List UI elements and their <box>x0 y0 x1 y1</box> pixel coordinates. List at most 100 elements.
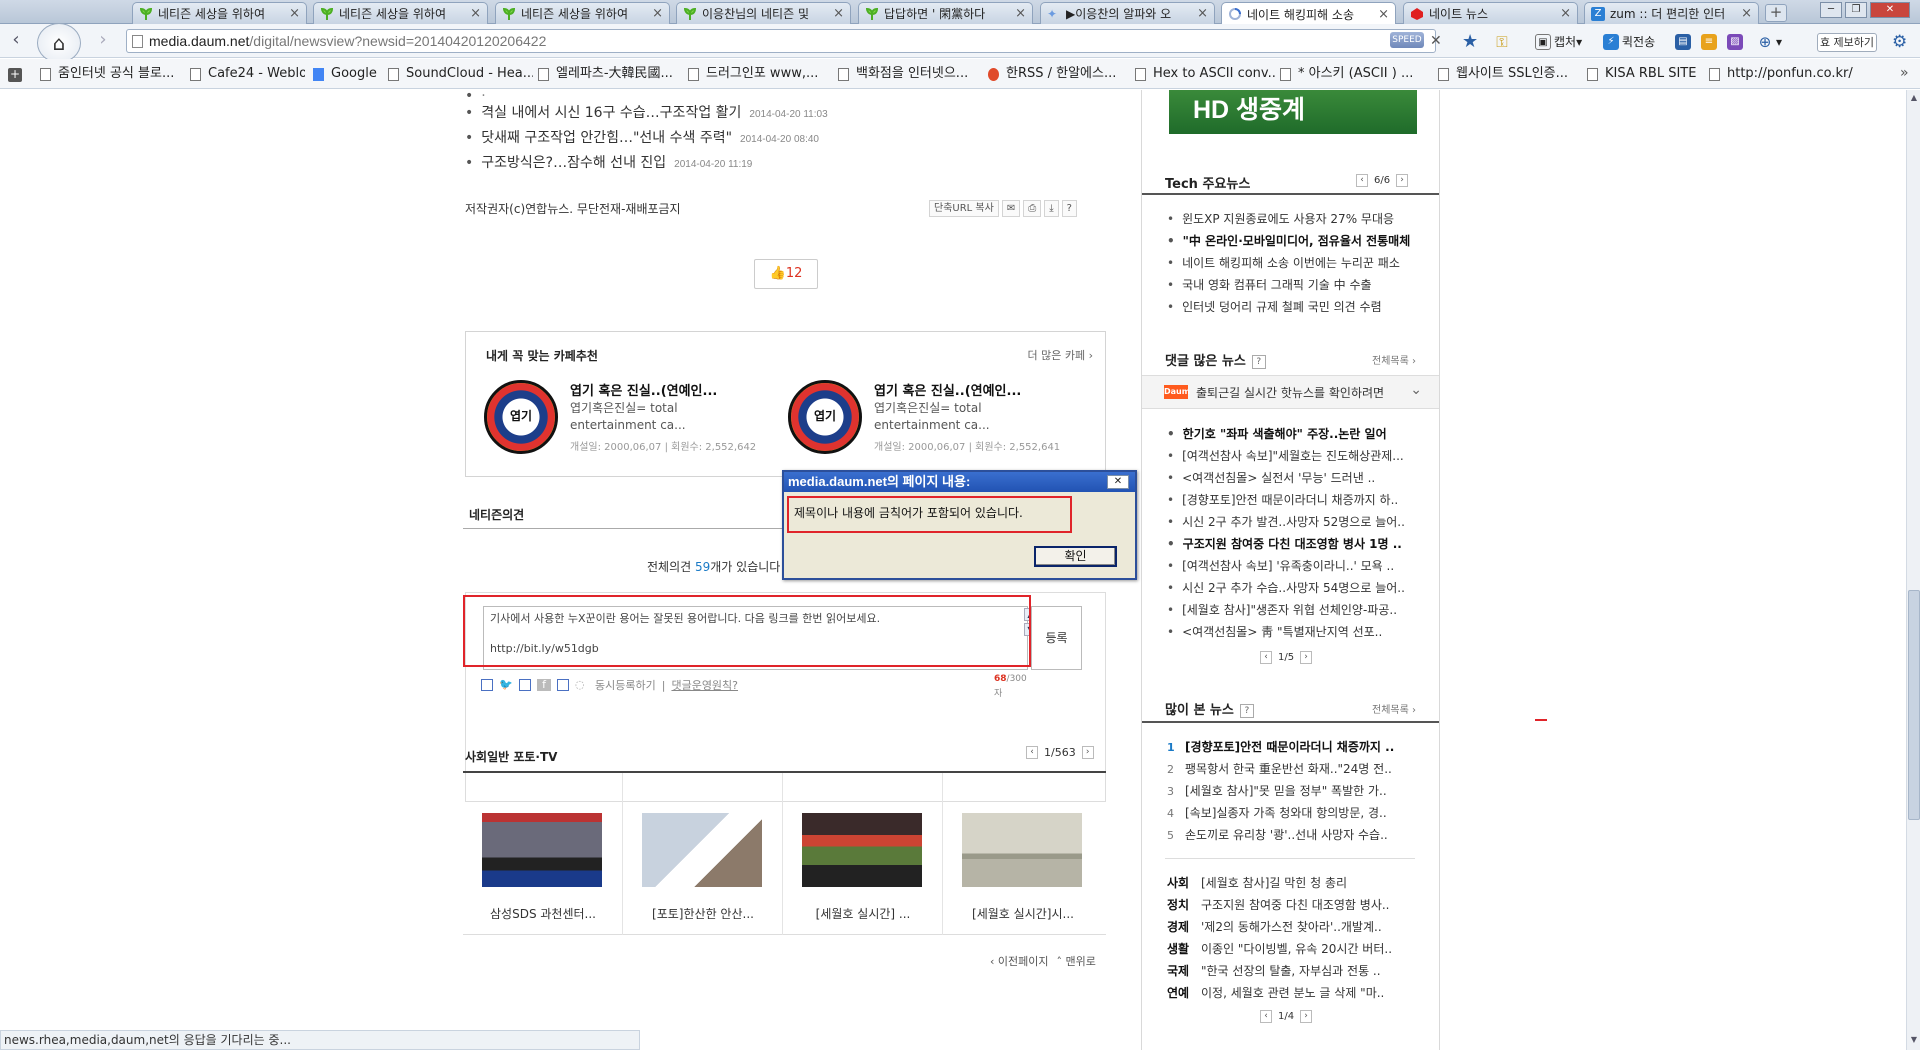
list-item[interactable]: [세월호 참사]"생존자 위협 선체인양-파공.. <box>1167 601 1423 618</box>
list-item[interactable]: 5 손도끼로 유리창 '쾅'..선내 사망자 수습.. <box>1167 826 1423 843</box>
add-bookmark-icon[interactable]: + <box>8 68 22 82</box>
bookmark-item[interactable]: KISA RBL SITE <box>1587 66 1707 82</box>
bookmark-item[interactable]: 드러그인포 www,... <box>688 66 833 82</box>
list-item[interactable]: 사회 [세월호 참사]길 막힌 청 총리 <box>1167 874 1423 891</box>
facebook-checkbox[interactable] <box>519 679 531 691</box>
bookmark-item[interactable]: SoundCloud - Hea... <box>388 66 533 82</box>
next-page-icon[interactable]: › <box>1300 651 1313 664</box>
scroll-up-icon[interactable]: ▲ <box>1908 92 1920 104</box>
speed-button[interactable]: SPEED <box>1390 32 1424 48</box>
photo-thumbnail[interactable] <box>642 813 762 887</box>
dialog-close-button[interactable]: ✕ <box>1107 475 1129 489</box>
chevron-down-icon[interactable]: ⌄ <box>1410 382 1422 398</box>
bookmark-item[interactable]: Google <box>313 66 388 82</box>
list-item[interactable]: <여객선침몰> 靑 "특별재난지역 선포.. <box>1167 623 1423 640</box>
notes-icon[interactable]: ≡ <box>1701 32 1720 52</box>
list-item[interactable]: 시신 2구 추가 수습..사망자 54명으로 늘어.. <box>1167 579 1423 596</box>
list-item[interactable]: <여객선침몰> 실전서 '무능' 드러낸 .. <box>1167 469 1423 486</box>
bookmark-item[interactable]: 줌인터넷 공식 블로... <box>40 66 180 82</box>
like-button[interactable]: 👍12 <box>754 259 818 289</box>
next-page-icon[interactable]: › <box>1396 174 1409 187</box>
report-button[interactable]: 효 제보하기 <box>1817 33 1877 52</box>
prev-page-icon[interactable]: ‹ <box>1260 651 1272 664</box>
bookmark-item[interactable]: * 아스키 (ASCII ) ... <box>1280 66 1425 82</box>
tab-9[interactable]: Z zum :: 더 편리한 인터 × <box>1584 2 1759 24</box>
cafe-item[interactable]: 엽기 엽기 혹은 진실..(연예인... 엽기혹은진실= total enter… <box>788 380 1088 460</box>
to-top-link[interactable]: ˄ 맨위로 <box>1057 953 1096 969</box>
hot-news-bar[interactable]: Daum 출퇴근길 실시간 핫뉴스를 확인하려면 ⌄ <box>1142 375 1439 409</box>
photo-item[interactable]: [세월호 실시간] ... <box>783 773 943 935</box>
address-bar[interactable]: media.daum.net/digital/newsview?newsid=2… <box>126 29 1436 53</box>
more-cafes-link[interactable]: 더 많은 카페 › <box>1028 347 1094 363</box>
tab-close-icon[interactable]: × <box>833 6 844 21</box>
hd-live-banner[interactable]: HD 생중계 <box>1169 90 1417 134</box>
key-icon[interactable]: ⚿ <box>1494 32 1513 52</box>
cafe-item[interactable]: 엽기 엽기 혹은 진실..(연예인... 엽기혹은진실= total enter… <box>484 380 784 460</box>
help-icon[interactable]: ? <box>1251 354 1266 369</box>
bookmark-item[interactable]: http://ponfun.co.kr/ <box>1709 66 1884 82</box>
tab-close-icon[interactable]: × <box>1378 7 1389 22</box>
help-icon[interactable]: ? <box>1239 703 1254 718</box>
prev-page-link[interactable]: ‹ 이전페이지 <box>990 953 1049 969</box>
comment-policy-link[interactable]: 댓글운영원칙? <box>671 677 738 693</box>
tab-8[interactable]: 네이트 뉴스 × <box>1403 2 1578 24</box>
tab-close-icon[interactable]: × <box>1015 6 1026 21</box>
scrollbar-thumb[interactable] <box>1908 590 1920 820</box>
list-item[interactable]: 닷새째 구조작업 안간힘…"선내 수색 주력"2014-04-20 08:40 <box>465 127 819 147</box>
zoom-icon[interactable]: ⊕ ▾ <box>1757 32 1782 52</box>
more-link[interactable]: 전체목록 › <box>1372 352 1416 367</box>
tab-close-icon[interactable]: × <box>470 6 481 21</box>
close-window-button[interactable]: ✕ <box>1870 2 1910 18</box>
list-item[interactable]: 한기호 "좌파 색출해야" 주장..논란 일어 <box>1167 425 1423 442</box>
tab-close-icon[interactable]: × <box>289 6 300 21</box>
photo-thumbnail[interactable] <box>962 813 1082 887</box>
bookmark-star-icon[interactable]: ★ <box>1462 32 1481 52</box>
tab-6[interactable]: ✦ ▶이응찬의 알파와 오 × <box>1040 2 1215 24</box>
prev-page-icon[interactable]: ‹ <box>1356 174 1368 187</box>
list-item[interactable]: 생활 이종인 "다이빙벨, 유속 20시간 버터.. <box>1167 940 1423 957</box>
list-item[interactable]: 윈도XP 지원종료에도 사용자 27% 무대응 <box>1167 210 1423 227</box>
print-icon[interactable]: ⎙ <box>1023 200 1042 217</box>
bookmark-item[interactable]: Cafe24 - Weblog <box>190 66 305 82</box>
list-item[interactable]: 시신 2구 추가 발견..사망자 52명으로 늘어.. <box>1167 513 1423 530</box>
bookmark-item[interactable]: 웹사이트 SSL인증... <box>1438 66 1578 82</box>
bookmark-item[interactable]: Hex to ASCII conv... <box>1135 66 1275 82</box>
dialog-ok-button[interactable]: 확인 <box>1034 546 1117 567</box>
list-item[interactable]: 3 [세월호 참사]"못 믿을 정부" 폭발한 가.. <box>1167 782 1423 799</box>
home-button[interactable]: ⌂ <box>37 23 81 63</box>
photo-thumbnail[interactable] <box>482 813 602 887</box>
tab-close-icon[interactable]: × <box>1741 6 1752 21</box>
list-item[interactable]: 연예 이정, 세월호 관련 분노 글 삭제 "마.. <box>1167 984 1423 1001</box>
forward-button[interactable]: › <box>92 29 114 53</box>
bookmark-item[interactable]: 엘레파츠-大韓民國... <box>538 66 683 82</box>
list-item[interactable]: 네이트 해킹피해 소송 이번에는 누리꾼 패소 <box>1167 254 1423 271</box>
stop-icon[interactable]: ✕ <box>1430 33 1442 49</box>
list-item[interactable]: [경향포토]안전 때문이라더니 채증까지 하.. <box>1167 491 1423 508</box>
vertical-scrollbar[interactable]: ▲ ▼ <box>1906 90 1920 1050</box>
list-item[interactable]: 정치 구조지원 참여중 다친 대조영함 병사.. <box>1167 896 1423 913</box>
tab-1[interactable]: 네티즌 세상을 위하여 × <box>132 2 307 24</box>
list-item[interactable]: "中 온라인·모바일미디어, 점유율서 전통매체 <box>1167 232 1423 249</box>
list-item[interactable]: [여객선참사 속보]"세월호는 진도해상관제... <box>1167 447 1423 464</box>
new-tab-button[interactable]: + <box>1765 4 1787 22</box>
save-icon[interactable]: ▤ <box>1675 32 1694 52</box>
photo-item[interactable]: [세월호 실시간]시... <box>943 773 1103 935</box>
image-icon[interactable]: ▨ <box>1727 32 1746 52</box>
prev-page-icon[interactable]: ‹ <box>1026 746 1038 759</box>
bookmarks-overflow-icon[interactable]: » <box>1900 65 1909 81</box>
next-page-icon[interactable]: › <box>1081 746 1094 759</box>
quicksend-button[interactable]: ⚡ 퀵전송 <box>1603 32 1655 52</box>
tab-5[interactable]: 답답하면 ' 閑黨하다 × <box>858 2 1033 24</box>
restore-button[interactable]: ❐ <box>1845 2 1867 18</box>
submit-comment-button[interactable]: 등록 <box>1031 606 1082 670</box>
prev-page-icon[interactable]: ‹ <box>1260 1010 1272 1023</box>
back-button[interactable]: ‹ <box>5 29 27 53</box>
tab-7-active[interactable]: 네이트 해킹피해 소송 × <box>1221 2 1396 25</box>
twitter-checkbox[interactable] <box>481 679 493 691</box>
tab-3[interactable]: 네티즌 세상을 위하여 × <box>495 2 670 24</box>
minimize-button[interactable]: ─ <box>1820 2 1842 18</box>
settings-gear-icon[interactable]: ⚙ <box>1892 32 1907 52</box>
more-link[interactable]: 전체목록 › <box>1372 701 1416 716</box>
short-url-button[interactable]: 단축URL 복사 <box>929 200 999 217</box>
bookmark-item[interactable]: 백화점을 인터넷으... <box>838 66 983 82</box>
